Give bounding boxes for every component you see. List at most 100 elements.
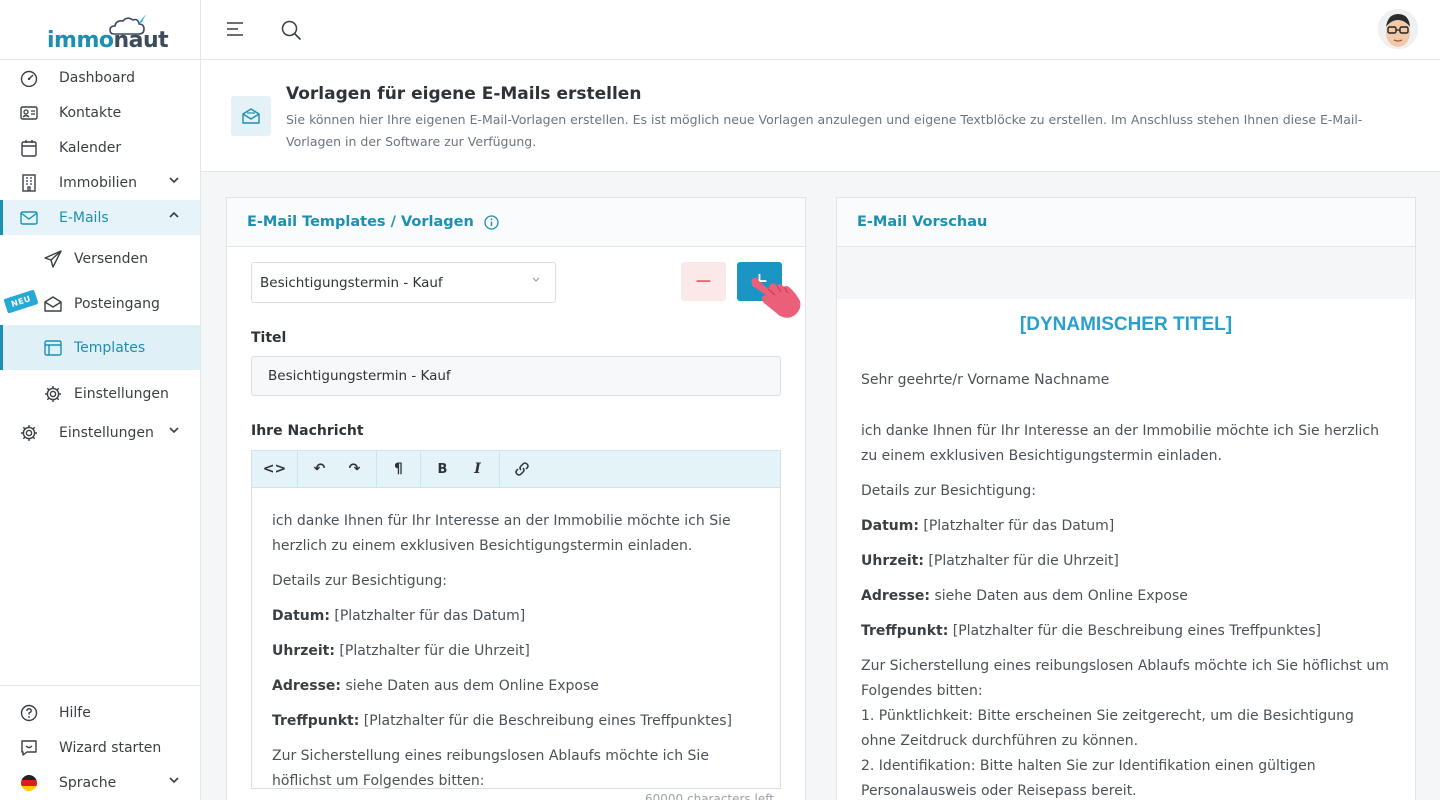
paragraph-format-button[interactable]: ¶	[381, 451, 416, 487]
preview-item-2: 2. Identifikation: Bitte halten Sie zur …	[861, 758, 1316, 799]
sidebar-item-hilfe[interactable]: Hilfe	[0, 695, 200, 730]
preview-uhrzeit: Uhrzeit: [Platzhalter für die Uhrzeit]	[861, 553, 1119, 569]
dashboard-gauge-icon	[19, 68, 39, 88]
sidebar-item-label: Einstellungen	[74, 385, 169, 402]
template-window-icon	[43, 338, 63, 358]
preview-treffpunkt: Treffpunkt: [Platzhalter für die Beschre…	[861, 623, 1322, 639]
sidebar-item-dashboard[interactable]: Dashboard	[0, 60, 200, 95]
message-adresse: Adresse: siehe Daten aus dem Online Expo…	[272, 678, 599, 694]
search-icon[interactable]	[281, 20, 302, 41]
chevron-down-icon	[532, 277, 540, 282]
sidebar-item-label: Sprache	[59, 774, 117, 791]
sidebar-item-label: Kalender	[59, 139, 122, 156]
pointing-hand-icon	[751, 277, 801, 318]
message-uhrzeit: Uhrzeit: [Platzhalter für die Uhrzeit]	[272, 643, 530, 659]
preview-intro: ich danke Ihnen für Ihr Interesse an der…	[861, 423, 1379, 464]
gear-icon	[43, 384, 63, 404]
chevron-up-icon	[169, 211, 179, 218]
sidebar-item-email-einstellungen[interactable]: Einstellungen	[0, 376, 200, 411]
sidebar-item-label: Immobilien	[59, 174, 138, 191]
gear-icon	[19, 423, 39, 443]
insert-link-button[interactable]	[504, 451, 539, 487]
sidebar-item-label: Dashboard	[59, 69, 135, 86]
message-label: Ihre Nachricht	[251, 423, 364, 439]
avatar[interactable]	[1378, 9, 1418, 49]
preview-card: E-Mail Vorschau [DYNAMISCHER TITEL] Sehr…	[836, 197, 1416, 800]
undo-button[interactable]: ↶	[302, 451, 337, 487]
chevron-down-icon	[169, 177, 179, 184]
sidebar-item-templates[interactable]: Templates	[0, 325, 200, 370]
calendar-icon	[19, 138, 39, 158]
inbox-icon	[43, 294, 63, 314]
chevron-down-icon	[169, 427, 179, 434]
sidebar-item-label: Wizard starten	[59, 739, 162, 756]
message-treffpunkt: Treffpunkt: [Platzhalter für die Beschre…	[272, 713, 733, 729]
message-datum: Datum: [Platzhalter für das Datum]	[272, 608, 526, 624]
info-icon[interactable]	[484, 214, 499, 230]
preview-dynamic-title: [DYNAMISCHER TITEL]	[1019, 314, 1233, 335]
card-header: E-Mail Vorschau	[837, 198, 1415, 247]
sidebar-item-wizard[interactable]: Wizard starten	[0, 730, 200, 765]
link-icon	[514, 462, 529, 476]
delete-template-button[interactable]: −	[681, 262, 726, 301]
sidebar-bottom	[0, 685, 200, 686]
message-editor[interactable]: ich danke Ihnen für Ihr Interesse an der…	[251, 487, 781, 789]
sidebar-item-kontakte[interactable]: Kontakte	[0, 95, 200, 130]
sidebar-item-einstellungen[interactable]: Einstellungen	[0, 415, 200, 450]
contact-card-icon	[19, 103, 39, 123]
message-details-heading: Details zur Besichtigung:	[272, 573, 447, 589]
topbar	[201, 0, 1440, 60]
page-title: Vorlagen für eigene E-Mails erstellen	[286, 84, 642, 104]
preview-details-heading: Details zur Besichtigung:	[861, 483, 1036, 499]
titel-input[interactable]: Besichtigungstermin - Kauf	[251, 356, 781, 396]
titel-label: Titel	[251, 330, 287, 346]
paper-plane-icon	[43, 249, 63, 269]
code-view-button[interactable]: <>	[257, 451, 292, 487]
card-header: E-Mail Templates / Vorlagen	[227, 198, 805, 247]
chevron-down-icon	[169, 777, 179, 784]
preview-adresse: Adresse: siehe Daten aus dem Online Expo…	[861, 588, 1188, 604]
card-title: E-Mail Vorschau	[857, 214, 988, 230]
sidebar-item-label: Hilfe	[59, 704, 91, 721]
sidebar-item-immobilien[interactable]: Immobilien	[0, 165, 200, 200]
character-counter: 60000 characters left	[645, 792, 774, 800]
preview-header-band	[837, 247, 1415, 299]
envelope-icon	[19, 208, 39, 228]
chat-bubble-icon	[19, 738, 39, 758]
card-title: E-Mail Templates / Vorlagen	[247, 214, 474, 230]
preview-body: Sehr geehrte/r Vorname Nachname ich dank…	[861, 368, 1391, 800]
sidebar-item-label: Versenden	[74, 250, 149, 267]
page-header: Vorlagen für eigene E-Mails erstellen Si…	[201, 60, 1440, 172]
logo-text: immonaut	[47, 28, 169, 53]
templates-card: E-Mail Templates / Vorlagen Besichtigung…	[226, 197, 806, 800]
redo-button[interactable]: ↷	[337, 451, 372, 487]
message-intro: ich danke Ihnen für Ihr Interesse an der…	[272, 513, 731, 554]
page-description: Sie können hier Ihre eigenen E-Mail-Vorl…	[286, 112, 1363, 149]
message-closing: Zur Sicherstellung eines reibungslosen A…	[272, 748, 709, 789]
sidebar: immonaut Dashboard Kontakte Kalender Imm…	[0, 0, 201, 800]
preview-datum: Datum: [Platzhalter für das Datum]	[861, 518, 1115, 534]
bold-button[interactable]: B	[425, 451, 460, 487]
preview-closing: Zur Sicherstellung eines reibungslosen A…	[861, 658, 1389, 699]
sidebar-item-label: Posteingang	[74, 295, 160, 312]
preview-item-1: 1. Pünktlichkeit: Bitte erscheinen Sie z…	[861, 708, 1354, 749]
template-select[interactable]: Besichtigungstermin - Kauf	[251, 262, 556, 303]
email-template-icon	[231, 96, 271, 136]
menu-toggle-icon[interactable]	[226, 21, 244, 37]
logo[interactable]: immonaut	[0, 0, 200, 60]
italic-button[interactable]: I	[460, 451, 495, 487]
sidebar-item-label: Kontakte	[59, 104, 122, 121]
sidebar-item-label: E-Mails	[59, 209, 109, 226]
help-icon	[19, 703, 39, 723]
sidebar-item-sprache[interactable]: Sprache	[0, 765, 200, 800]
preview-salutation: Sehr geehrte/r Vorname Nachname	[861, 372, 1110, 388]
building-icon	[19, 173, 39, 193]
sidebar-item-kalender[interactable]: Kalender	[0, 130, 200, 165]
sidebar-item-label: Templates	[74, 339, 146, 356]
sidebar-item-versenden[interactable]: Versenden	[0, 241, 200, 276]
editor-toolbar: <> ↶ ↷ ¶ B I	[251, 450, 781, 488]
template-select-value: Besichtigungstermin - Kauf	[260, 274, 443, 291]
sidebar-item-label: Einstellungen	[59, 424, 154, 441]
sidebar-item-emails[interactable]: E-Mails	[0, 200, 200, 235]
german-flag-icon	[19, 773, 39, 793]
